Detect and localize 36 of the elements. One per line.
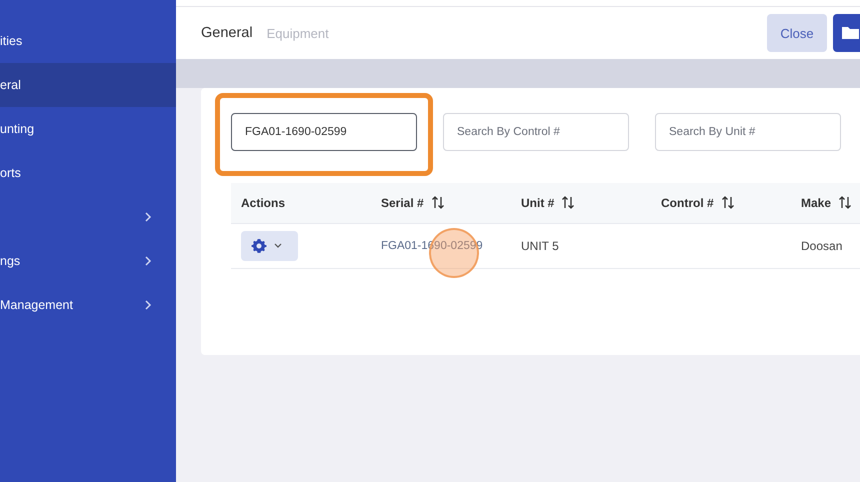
search-field[interactable]: FGA01-1690-02599 [231,113,417,151]
sidebar-item[interactable]: unting [0,107,176,151]
sidebar-item-label: eral [0,78,21,92]
column-header[interactable]: Unit # [511,183,651,224]
sidebar-item-label: Management [0,298,73,312]
column-header[interactable]: Control # [651,183,791,224]
sidebar-item-label: ngs [0,254,20,268]
chevron-right-icon [144,299,152,311]
sidebar-item[interactable]: Management [0,283,176,327]
close-button[interactable]: Close [767,14,827,52]
table-cell: Doosan [791,224,860,268]
sort-icon[interactable] [430,196,445,209]
column-header[interactable]: Serial # [371,183,511,224]
table-cell: UNIT 5 [511,224,651,268]
actions-button[interactable] [241,231,298,261]
sidebar-item-label: orts [0,166,21,180]
folder-icon [841,26,860,40]
sort-icon[interactable] [561,196,576,209]
column-header[interactable]: Make [791,183,860,224]
open-folder-button[interactable] [833,14,860,52]
chevron-right-icon [144,255,152,267]
column-header[interactable]: Actions [231,183,371,224]
caret-icon [274,243,282,249]
sidebar-item[interactable]: ngs [0,239,176,283]
sidebar-item[interactable]: ities [0,19,176,63]
sidebar-item[interactable]: eral [0,63,176,107]
sidebar-item-label: ities [0,34,22,48]
breadcrumb-tab[interactable]: General [201,25,253,41]
chevron-right-icon [144,211,152,223]
sort-icon[interactable] [838,196,852,209]
sidebar-item[interactable]: orts [0,151,176,195]
sort-icon[interactable] [720,196,735,209]
sidebar-item-label: unting [0,122,34,136]
gear-icon [251,238,267,254]
search-field[interactable]: Search By Unit # [655,113,841,151]
search-field[interactable]: Search By Control # [443,113,629,151]
